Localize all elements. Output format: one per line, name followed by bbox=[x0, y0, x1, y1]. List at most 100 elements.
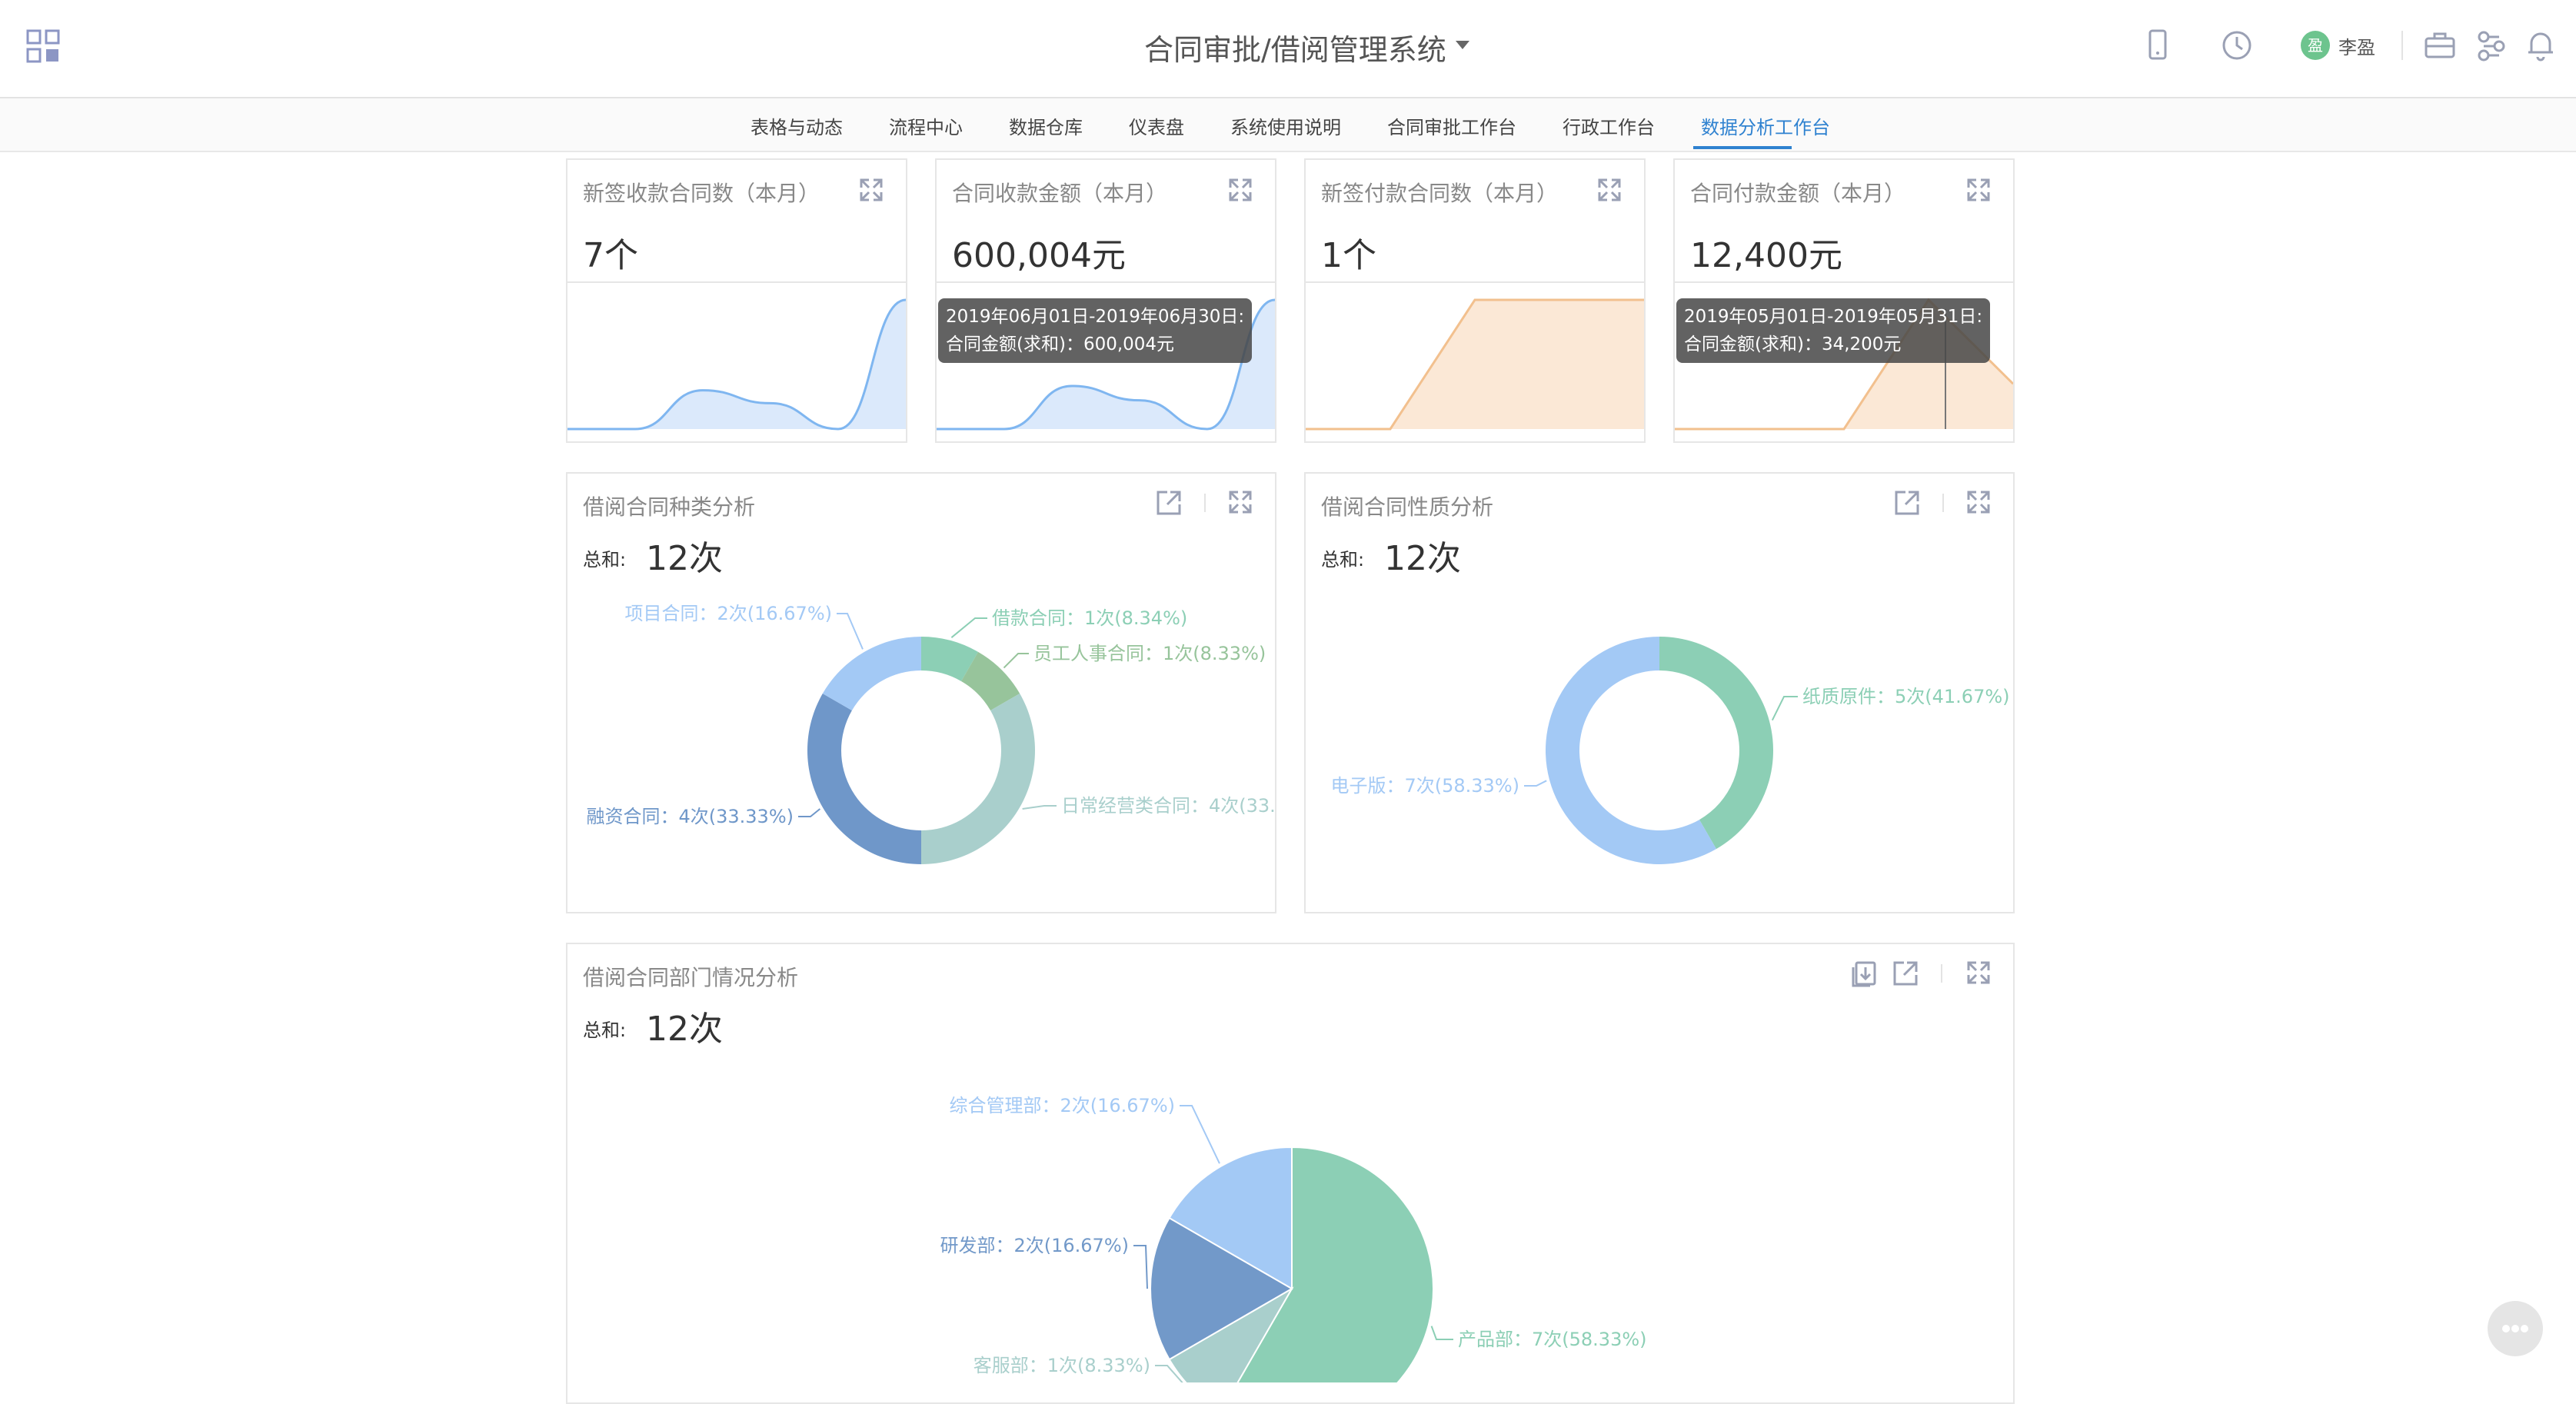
tab-dashboard[interactable]: 仪表盘 bbox=[1129, 112, 1184, 139]
kpi-card-receivable-amount: 合同收款金额（本月） 600,004元 2019年06月01日-2019年06月… bbox=[935, 158, 1276, 443]
divider bbox=[1675, 281, 2013, 283]
kpi-value: 1个 bbox=[1321, 228, 1376, 277]
pie-slice[interactable] bbox=[921, 694, 1035, 864]
slice-label: 产品部：7次(58.33%) bbox=[1458, 1329, 1647, 1350]
panel-contract-type-analysis: 借阅合同种类分析 总和: 12次 借款合同：1次(8.34%) 员工人事合同：1次… bbox=[566, 472, 1276, 913]
area-fill bbox=[567, 300, 906, 429]
divider bbox=[937, 281, 1275, 283]
expand-icon[interactable] bbox=[1596, 177, 1622, 203]
kpi-title: 新签付款合同数（本月） bbox=[1321, 177, 1558, 208]
pie-slice[interactable] bbox=[823, 637, 921, 710]
expand-icon[interactable] bbox=[1965, 177, 1992, 203]
panel-title: 借阅合同种类分析 bbox=[583, 491, 755, 521]
label-leader-line bbox=[1004, 654, 1029, 668]
panel-contract-nature-analysis: 借阅合同性质分析 总和: 12次 纸质原件：5次(41.67%) 电子版：7次(5… bbox=[1304, 472, 2015, 913]
label-leader-line bbox=[1180, 1106, 1220, 1163]
label-leader-line bbox=[1023, 806, 1057, 809]
label-leader-line bbox=[1524, 780, 1546, 786]
pie-slice[interactable] bbox=[1659, 637, 1773, 849]
chart-tooltip: 2019年06月01日-2019年06月30日: 合同金额(求和)：600,00… bbox=[938, 298, 1252, 363]
kpi-title: 新签收款合同数（本月） bbox=[583, 177, 820, 208]
slice-label: 研发部：2次(16.67%) bbox=[940, 1235, 1129, 1256]
tab-data-analysis-workbench[interactable]: 数据分析工作台 bbox=[1701, 112, 1830, 139]
sum-label: 总和: bbox=[583, 544, 626, 571]
donut-chart[interactable]: 纸质原件：5次(41.67%) 电子版：7次(58.33%) bbox=[1306, 589, 2013, 904]
chevron-down-icon[interactable] bbox=[1456, 41, 1469, 50]
user-name[interactable]: 李盈 bbox=[2338, 32, 2375, 59]
tab-table-dynamics[interactable]: 表格与动态 bbox=[751, 112, 843, 139]
slice-label: 借款合同：1次(8.34%) bbox=[992, 607, 1187, 629]
avatar[interactable]: 盈 bbox=[2301, 31, 2330, 60]
share-flow-icon[interactable] bbox=[2476, 29, 2507, 62]
kpi-value: 600,004元 bbox=[952, 228, 1126, 277]
kpi-card-payable-amount: 合同付款金额（本月） 12,400元 2019年05月01日-2019年05月3… bbox=[1673, 158, 2015, 443]
open-external-icon[interactable] bbox=[1892, 960, 1919, 987]
sum-value: 12次 bbox=[1384, 531, 1461, 580]
open-external-icon[interactable] bbox=[1155, 489, 1183, 517]
divider bbox=[1941, 964, 1942, 983]
expand-icon[interactable] bbox=[1965, 489, 1992, 515]
slice-label: 融资合同：4次(33.33%) bbox=[586, 806, 794, 827]
bell-icon[interactable] bbox=[2527, 29, 2554, 62]
label-leader-line bbox=[837, 614, 863, 649]
slice-label: 综合管理部：2次(16.67%) bbox=[949, 1095, 1175, 1116]
kpi-value: 7个 bbox=[583, 228, 638, 277]
tab-admin-workbench[interactable]: 行政工作台 bbox=[1563, 112, 1655, 139]
expand-icon[interactable] bbox=[858, 177, 884, 203]
more-dots-icon bbox=[2488, 1301, 2543, 1356]
app-title[interactable]: 合同审批/借阅管理系统 bbox=[1144, 26, 1446, 68]
slice-label: 日常经营类合同：4次(33.3 bbox=[1061, 795, 1275, 817]
tooltip-line: 2019年06月01日-2019年06月30日: bbox=[946, 303, 1244, 331]
divider bbox=[1942, 494, 1944, 512]
donut-chart[interactable]: 借款合同：1次(8.34%) 员工人事合同：1次(8.33%) 日常经营类合同：4次… bbox=[567, 589, 1275, 904]
panel-department-analysis: 借阅合同部门情况分析 总和: 12次 产品部：7次(58.33%) 客服部：1次(… bbox=[566, 943, 2015, 1404]
tooltip-line: 合同金额(求和)：600,004元 bbox=[946, 331, 1244, 358]
pie-chart[interactable]: 产品部：7次(58.33%) 客服部：1次(8.33%) 研发部：2次(16.67%… bbox=[567, 1060, 2013, 1382]
kpi-card-new-payable-count: 新签付款合同数（本月） 1个 bbox=[1304, 158, 1646, 443]
sum-label: 总和: bbox=[1321, 544, 1364, 571]
sum-value: 12次 bbox=[646, 531, 723, 580]
clock-icon[interactable] bbox=[2221, 29, 2253, 62]
open-external-icon[interactable] bbox=[1893, 489, 1921, 517]
active-tab-indicator bbox=[1693, 146, 1792, 149]
divider bbox=[2401, 31, 2403, 60]
sparkline-area-chart[interactable] bbox=[1306, 286, 1644, 435]
sparkline-area-chart[interactable] bbox=[567, 286, 906, 435]
tooltip-line: 合同金额(求和)：34,200元 bbox=[1684, 331, 1982, 358]
chart-tooltip: 2019年05月01日-2019年05月31日: 合同金额(求和)：34,200… bbox=[1676, 298, 1990, 363]
kpi-title: 合同付款金额（本月） bbox=[1690, 177, 1905, 208]
slice-label: 客服部：1次(8.33%) bbox=[973, 1355, 1150, 1376]
expand-icon[interactable] bbox=[1965, 960, 1992, 986]
mobile-icon[interactable] bbox=[2148, 29, 2169, 62]
download-icon[interactable] bbox=[1850, 960, 1878, 987]
expand-icon[interactable] bbox=[1227, 489, 1253, 515]
divider bbox=[1204, 494, 1206, 512]
label-leader-line bbox=[798, 809, 820, 817]
panel-title: 借阅合同部门情况分析 bbox=[583, 961, 798, 992]
tab-data-warehouse[interactable]: 数据仓库 bbox=[1009, 112, 1083, 139]
divider bbox=[567, 281, 906, 283]
panel-title: 借阅合同性质分析 bbox=[1321, 491, 1493, 521]
kpi-title: 合同收款金额（本月） bbox=[952, 177, 1167, 208]
sum-label: 总和: bbox=[583, 1015, 626, 1042]
app-grid-icon[interactable] bbox=[26, 29, 60, 63]
label-leader-line bbox=[1772, 697, 1798, 720]
tooltip-line: 2019年05月01日-2019年05月31日: bbox=[1684, 303, 1982, 331]
slice-label: 员工人事合同：1次(8.33%) bbox=[1033, 643, 1266, 664]
divider bbox=[1306, 281, 1644, 283]
area-fill bbox=[1306, 300, 1644, 429]
slice-label: 电子版：7次(58.33%) bbox=[1330, 775, 1519, 797]
slice-label: 纸质原件：5次(41.67%) bbox=[1802, 686, 2010, 707]
expand-icon[interactable] bbox=[1227, 177, 1253, 203]
tab-contract-approval-workbench[interactable]: 合同审批工作台 bbox=[1387, 112, 1516, 139]
chat-bubble-button[interactable] bbox=[2488, 1301, 2543, 1356]
pie-slice[interactable] bbox=[807, 694, 921, 864]
tab-system-guide[interactable]: 系统使用说明 bbox=[1230, 112, 1341, 139]
sum-value: 12次 bbox=[646, 1001, 723, 1050]
tab-process-center[interactable]: 流程中心 bbox=[889, 112, 963, 139]
kpi-value: 12,400元 bbox=[1690, 228, 1842, 277]
slice-label: 项目合同：2次(16.67%) bbox=[624, 603, 832, 624]
briefcase-icon[interactable] bbox=[2424, 31, 2456, 60]
top-bar: 合同审批/借阅管理系统 盈 李盈 bbox=[0, 0, 2576, 98]
nav-tabs: 表格与动态 流程中心 数据仓库 仪表盘 系统使用说明 合同审批工作台 行政工作台… bbox=[0, 98, 2576, 152]
